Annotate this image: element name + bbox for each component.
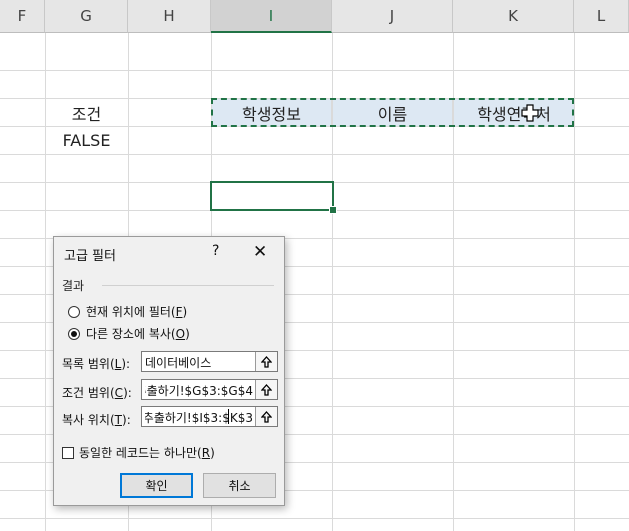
column-header-l[interactable]: L xyxy=(574,0,629,33)
gridline xyxy=(574,33,575,531)
cross-cursor-icon xyxy=(521,104,539,122)
column-header-label: H xyxy=(163,7,175,25)
range-select-icon xyxy=(261,410,272,423)
copy-range-marquee xyxy=(211,98,574,127)
copy-to-field[interactable]: 추출하기!$I$3:$K$3 xyxy=(141,406,278,427)
gridline xyxy=(0,70,629,71)
unique-records-checkbox[interactable]: 동일한 레코드는 하나만(R) xyxy=(62,444,215,461)
filter-in-place-radio[interactable]: 현재 위치에 필터(F) xyxy=(68,303,187,320)
cell-g3[interactable]: 조건 xyxy=(45,99,128,126)
column-header-label: G xyxy=(80,7,92,25)
criteria-range-field[interactable]: 추출하기!$G$3:$G$4 xyxy=(141,379,278,400)
copy-to-label: 복사 위치(T): xyxy=(62,413,131,427)
active-cell-selection[interactable] xyxy=(210,181,334,211)
unique-records-label: 동일한 레코드는 하나만(R) xyxy=(79,446,215,460)
group-divider xyxy=(102,285,274,286)
close-icon[interactable]: ✕ xyxy=(253,242,267,262)
column-header-label: I xyxy=(268,6,274,25)
criteria-range-value[interactable]: 추출하기!$G$3:$G$4 xyxy=(145,382,253,399)
collapse-dialog-button[interactable] xyxy=(255,352,277,371)
list-range-value[interactable]: 데이터베이스 xyxy=(145,354,253,371)
radio-circle[interactable] xyxy=(68,305,80,318)
collapse-dialog-button[interactable] xyxy=(255,407,277,426)
help-button[interactable]: ? xyxy=(212,243,219,259)
list-range-label: 목록 범위(L): xyxy=(62,357,131,371)
text-caret xyxy=(228,409,229,424)
column-header-label: F xyxy=(17,7,27,25)
filter-in-place-label: 현재 위치에 필터(F) xyxy=(86,305,188,319)
copy-to-value[interactable]: 추출하기!$I$3:$K$3 xyxy=(145,409,253,426)
column-header-g[interactable]: G xyxy=(45,0,128,33)
result-group-label: 결과 xyxy=(62,279,85,293)
gridline xyxy=(0,154,629,155)
collapse-dialog-button[interactable] xyxy=(255,380,277,399)
criteria-range-label: 조건 범위(C): xyxy=(62,386,132,400)
ok-button[interactable]: 확인 xyxy=(120,473,193,498)
column-header-f[interactable]: F xyxy=(0,0,45,33)
copy-to-another-location-radio[interactable]: 다른 장소에 복사(O) xyxy=(68,325,190,342)
fill-handle[interactable] xyxy=(329,206,337,214)
gridline xyxy=(0,518,629,519)
copy-to-another-location-label: 다른 장소에 복사(O) xyxy=(86,327,190,341)
radio-circle-selected[interactable] xyxy=(68,327,80,340)
cell-g4[interactable]: FALSE xyxy=(45,127,128,154)
column-header-label: K xyxy=(508,7,518,25)
column-header-i[interactable]: I xyxy=(211,0,332,33)
range-select-icon xyxy=(261,355,272,368)
dialog-title: 고급 필터 xyxy=(64,249,116,264)
column-header-k[interactable]: K xyxy=(453,0,574,33)
range-select-icon xyxy=(261,383,272,396)
checkbox-box[interactable] xyxy=(62,446,74,459)
list-range-field[interactable]: 데이터베이스 xyxy=(141,351,278,372)
column-header-h[interactable]: H xyxy=(128,0,211,33)
column-header-j[interactable]: J xyxy=(332,0,453,33)
column-header-label: J xyxy=(389,7,395,25)
cancel-button[interactable]: 취소 xyxy=(203,473,276,498)
advanced-filter-dialog: 고급 필터 ? ✕ 결과 현재 위치에 필터(F) 다른 장소에 복사(O) 목… xyxy=(53,236,285,506)
column-header-label: L xyxy=(596,7,606,25)
